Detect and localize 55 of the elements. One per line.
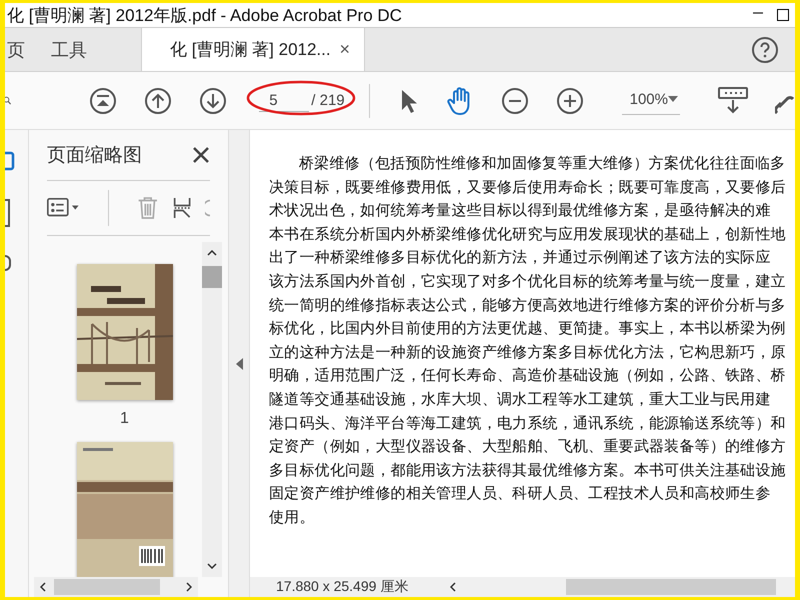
extract-pages-icon[interactable] — [172, 195, 192, 221]
close-icon[interactable] — [192, 146, 210, 164]
previous-page-icon[interactable] — [144, 86, 172, 114]
zoom-dropdown[interactable]: 100% — [622, 86, 680, 114]
first-page-icon[interactable] — [89, 86, 118, 114]
scroll-right-icon[interactable] — [186, 582, 192, 592]
scroll-left-icon[interactable] — [40, 582, 46, 592]
page-number-label: 1 — [120, 410, 129, 428]
document-text-line: 明确，适用范围广泛，任何长寿命、高造价基础设施（例如，公路、铁路、桥 — [269, 365, 787, 386]
document-text-line: 固定资产维护维修的相关管理人员、科研人员、工程技术人员和高校师生参 — [269, 483, 772, 504]
document-text-line: 本书在系统分析国内外桥梁维修优化研究与应用发展现状的基础上，创新性地 — [269, 224, 787, 245]
caret-icon — [668, 96, 678, 102]
document-text-line: 统一简明的维修指标表达公式，能够方便高效地进行维修方案的评价分析与多 — [269, 294, 787, 316]
document-text-line: 该方法系国内外首创，它实现了对多个优化目标的统筹考量与统一度量，建立 — [269, 270, 787, 292]
document-text-line: 决策目标，既要维修费用低，又要修后使用寿命长；既要可靠度高，又要修后 — [269, 176, 787, 198]
page-thumbnail[interactable] — [76, 264, 172, 400]
document-text-line: 术状况出色，如何统筹考量这些目标以得到最优维修方案，是亟待解决的难 — [269, 200, 772, 222]
tab[interactable]: 化 [曹明澜 著] 2012... × — [141, 28, 365, 71]
document-text-line: 桥梁维修（包括预防性维修和加固修复等重大维修）方案优化往往面临多 — [298, 153, 786, 174]
horizontal-scrollbar[interactable] — [34, 577, 198, 597]
collapse-panel-handle[interactable] — [229, 130, 250, 597]
document-text-line: 多目标优化问题，都能用该方法获得其最优维修方案。本书可供关注基础设施 — [269, 460, 787, 481]
scroll-thumb[interactable] — [566, 579, 776, 595]
close-tab-button[interactable]: × — [339, 39, 350, 60]
document-text-line: 定资产（例如，大型仪器设备、大型船舶、飞机、重要武器装备等）的维修方 — [269, 436, 787, 458]
panel-title: 页面缩略图 — [47, 144, 142, 168]
page-count: / 219 — [311, 92, 345, 109]
document-text-line: 标优化，比国内外目前使用的方法更优越、更简捷。事实上，本书以桥梁为例 — [269, 318, 787, 340]
help-icon[interactable] — [751, 36, 779, 64]
attachment-icon[interactable] — [5, 254, 13, 272]
scroll-up-icon[interactable] — [207, 250, 217, 256]
page-size-label: 17.880 x 25.499 厘米 — [275, 578, 410, 596]
document-text-line: 立的这种方法是一种新的设施资产维修方案多目标优化方法，它构思新巧，原 — [269, 342, 787, 363]
scroll-thumb[interactable] — [54, 579, 160, 595]
scroll-left-icon[interactable] — [450, 582, 456, 592]
tab[interactable]: 页 — [5, 28, 33, 71]
zoom-out-icon[interactable] — [500, 86, 529, 114]
scroll-down-icon[interactable] — [207, 563, 217, 569]
scroll-thumb[interactable] — [202, 266, 222, 288]
keyboard-download-icon[interactable] — [718, 86, 748, 114]
window-title: 化 [曹明澜 著] 2012年版.pdf - Adobe Acrobat Pro DC — [7, 4, 402, 26]
document-text-line: 出了一种桥梁维修多目标优化的新方法，并通过示例阐述了该方法的实际应 — [269, 247, 772, 268]
page-thumbnails-icon[interactable] — [5, 150, 15, 172]
zoom-in-icon[interactable] — [556, 86, 584, 114]
page-thumbnail[interactable] — [76, 442, 172, 577]
tab[interactable]: 工具 — [49, 28, 95, 71]
document-text-line: 港口码头、海洋平台等海工建筑，电力系统，通讯系统，能源输送系统等）和 — [269, 412, 787, 434]
window-controls-icon[interactable] — [751, 8, 791, 22]
collapse-arrow-icon — [236, 358, 242, 370]
bookmark-icon[interactable] — [5, 198, 13, 228]
vertical-scrollbar[interactable] — [202, 242, 222, 577]
document-text-line: 隧道等交通基础设施，水库大坝、调水工程等水工建筑，重大工业与民用建 — [269, 388, 772, 410]
page-number-field[interactable]: 5 — [259, 90, 310, 112]
document-text-line: 使用。 — [269, 506, 316, 528]
next-page-icon[interactable] — [199, 86, 228, 114]
